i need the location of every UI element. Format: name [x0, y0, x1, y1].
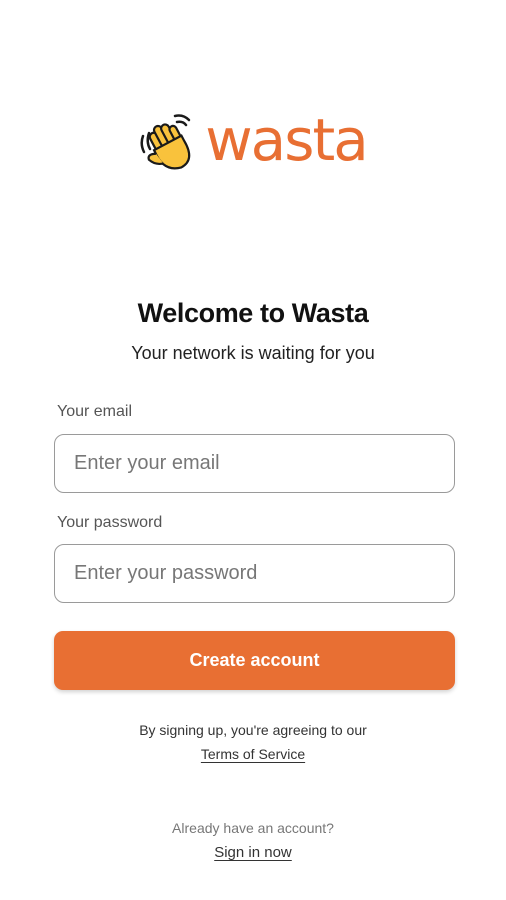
password-label: Your password	[57, 514, 163, 531]
waving-hand-icon	[139, 112, 199, 176]
terms-link-row: Terms of Service	[0, 746, 506, 762]
brand-wordmark: wasta	[205, 106, 368, 174]
page-subtitle: Your network is waiting for you	[131, 343, 375, 363]
create-account-button[interactable]: Create account	[54, 631, 455, 690]
signin-link-row: Sign in now	[0, 844, 506, 861]
app-logo: wasta	[0, 106, 506, 176]
email-field[interactable]	[54, 434, 455, 493]
page-title: Welcome to Wasta	[137, 298, 369, 328]
email-label: Your email	[57, 403, 133, 420]
terms-of-service-link[interactable]: Terms of Service	[201, 746, 305, 762]
signin-prompt: Already have an account?	[172, 820, 334, 836]
password-field[interactable]	[54, 544, 455, 603]
terms-notice: By signing up, you're agreeing to our	[139, 722, 367, 738]
sign-in-link[interactable]: Sign in now	[214, 844, 292, 861]
